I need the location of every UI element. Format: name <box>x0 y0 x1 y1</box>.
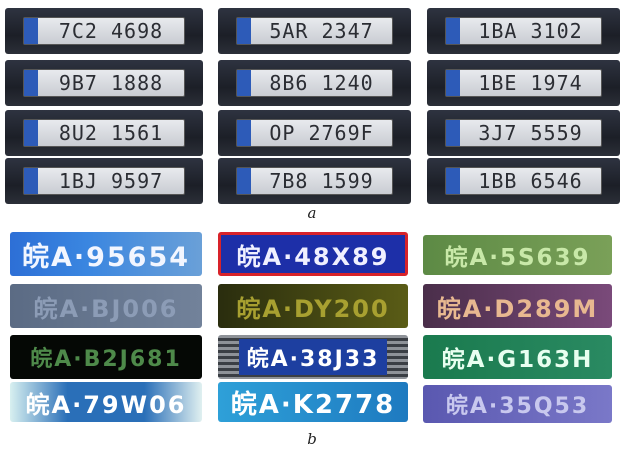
caption-b: b <box>307 430 317 448</box>
caption-a: a <box>307 204 317 222</box>
plate-number: 皖A·95654 <box>21 241 191 273</box>
czech-plate: 3J7 5559 <box>427 110 620 156</box>
plate-number: 1BB 6546 <box>478 169 583 193</box>
chinese-plate: 皖A·48X89 <box>218 232 408 276</box>
plate-number: 皖A·DY200 <box>236 294 390 323</box>
chinese-plate: 皖A·BJ006 <box>10 284 202 328</box>
plate-number: 皖A·35Q53 <box>445 394 590 419</box>
plate-number: 8B6 1240 <box>269 71 374 95</box>
czech-plate: 8U2 1561 <box>5 110 203 156</box>
plate-number: 皖A·48X89 <box>236 242 390 271</box>
plate-number: 皖A·B2J681 <box>30 347 182 372</box>
chinese-plate: 皖A·35Q53 <box>423 385 612 423</box>
plate-number: 8U2 1561 <box>58 121 164 145</box>
czech-plate: 8B6 1240 <box>218 60 411 106</box>
plate-number: 皖A·BJ006 <box>33 294 179 323</box>
chinese-plate: 皖A·DY200 <box>218 284 408 328</box>
czech-plate: 1BE 1974 <box>427 60 620 106</box>
plate-number: 皖A·5S639 <box>444 245 591 271</box>
plate-number: 皖A·D289M <box>436 294 599 323</box>
chinese-plate: 皖A·B2J681 <box>10 335 202 379</box>
chinese-plate: 皖A·K2778 <box>218 382 408 422</box>
plate-number: 皖A·K2778 <box>230 389 396 420</box>
czech-plate: 7C2 4698 <box>5 8 203 54</box>
plate-number: 皖A·G163H <box>441 347 594 373</box>
czech-plate: OP 2769F <box>218 110 411 156</box>
chinese-plate: 皖A·5S639 <box>423 235 612 275</box>
plate-number: OP 2769F <box>269 121 374 145</box>
plate-number: 7C2 4698 <box>58 19 164 43</box>
plate-number: 1BA 3102 <box>478 19 583 43</box>
chinese-plate: 皖A·G163H <box>423 335 612 379</box>
plate-number: 9B7 1888 <box>58 71 164 95</box>
czech-plate: 9B7 1888 <box>5 60 203 106</box>
czech-plate: 1BB 6546 <box>427 158 620 204</box>
plate-number: 3J7 5559 <box>478 121 583 145</box>
plate-number: 皖A·79W06 <box>25 390 187 419</box>
plate-number: 5AR 2347 <box>269 19 374 43</box>
plate-number: 1BE 1974 <box>478 71 583 95</box>
czech-plate: 1BJ 9597 <box>5 158 203 204</box>
plate-number: 7B8 1599 <box>269 169 374 193</box>
czech-plate: 5AR 2347 <box>218 8 411 54</box>
plate-number: 1BJ 9597 <box>58 169 164 193</box>
czech-plate: 1BA 3102 <box>427 8 620 54</box>
chinese-plate: 皖A·D289M <box>423 284 612 328</box>
chinese-plate: 皖A·95654 <box>10 232 202 276</box>
chinese-plate: 皖A·79W06 <box>10 382 202 422</box>
plate-number: 皖A·38J33 <box>238 339 388 375</box>
czech-plate: 7B8 1599 <box>218 158 411 204</box>
chinese-plate: 皖A·38J33 <box>218 335 408 379</box>
